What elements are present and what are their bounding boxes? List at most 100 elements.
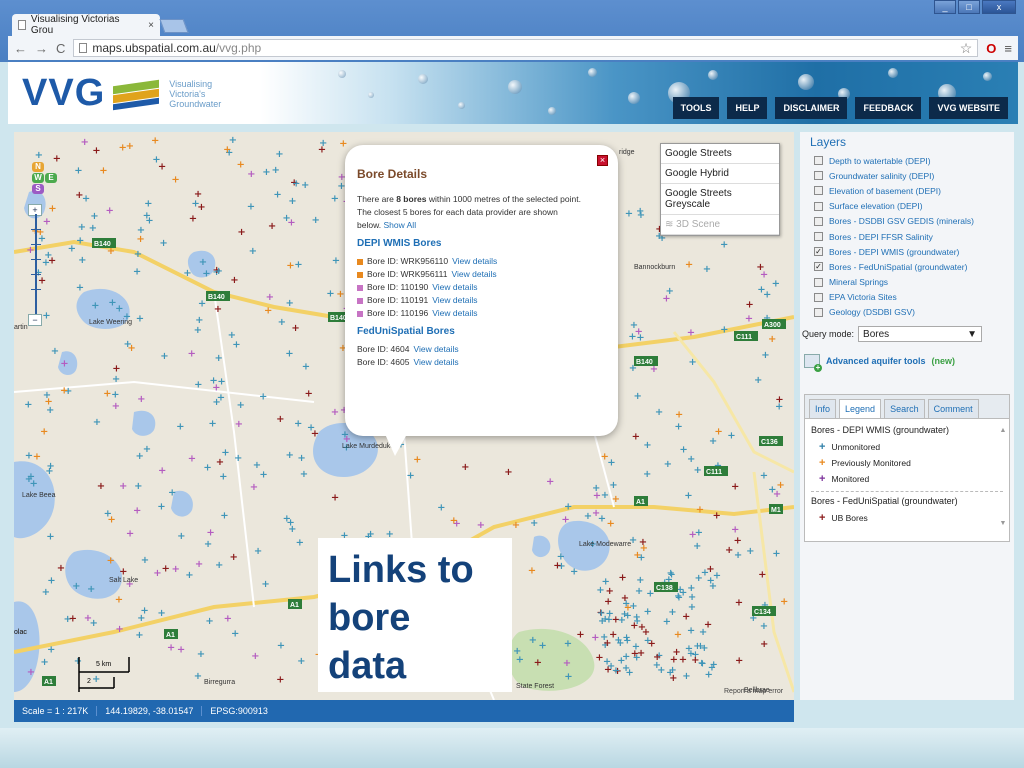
bore-marker[interactable]: + bbox=[696, 641, 704, 652]
bore-marker[interactable]: + bbox=[294, 260, 302, 271]
bore-marker[interactable]: + bbox=[688, 357, 696, 368]
bore-marker[interactable]: + bbox=[570, 566, 578, 577]
bore-marker[interactable]: + bbox=[198, 298, 206, 309]
bore-marker[interactable]: + bbox=[194, 325, 202, 336]
bore-marker[interactable]: + bbox=[666, 286, 674, 297]
bore-marker[interactable]: + bbox=[74, 656, 82, 667]
bore-marker[interactable]: + bbox=[512, 520, 520, 531]
bore-marker[interactable]: + bbox=[272, 165, 280, 176]
bore-marker[interactable]: + bbox=[40, 657, 48, 668]
view-details-link[interactable]: View details bbox=[452, 255, 497, 268]
layer-checkbox[interactable]: ✓ bbox=[814, 262, 823, 272]
nav-help[interactable]: HELP bbox=[727, 97, 768, 119]
bore-marker[interactable]: + bbox=[623, 636, 631, 647]
bore-marker[interactable]: + bbox=[90, 211, 98, 222]
bore-marker[interactable]: + bbox=[232, 340, 240, 351]
bore-marker[interactable]: + bbox=[188, 454, 196, 465]
bore-marker[interactable]: + bbox=[760, 621, 768, 632]
bore-marker[interactable]: + bbox=[112, 363, 120, 374]
bore-marker[interactable]: + bbox=[720, 240, 728, 251]
layer-item[interactable]: ✓ Bores - DEPI WMIS (groundwater) bbox=[800, 244, 1014, 259]
bore-marker[interactable]: + bbox=[734, 550, 742, 561]
bore-marker[interactable]: + bbox=[621, 593, 629, 604]
bore-marker[interactable]: + bbox=[145, 216, 153, 227]
bore-marker[interactable]: + bbox=[553, 560, 561, 571]
bore-marker[interactable]: + bbox=[276, 414, 284, 425]
bore-marker[interactable]: + bbox=[612, 665, 620, 676]
bore-marker[interactable]: + bbox=[618, 615, 626, 626]
bore-marker[interactable]: + bbox=[630, 621, 638, 632]
layer-checkbox[interactable] bbox=[814, 232, 823, 242]
layer-label[interactable]: Geology (DSDBI GSV) bbox=[829, 307, 915, 317]
bore-marker[interactable]: + bbox=[693, 541, 701, 552]
bore-marker[interactable]: + bbox=[215, 353, 223, 364]
bore-marker[interactable]: + bbox=[216, 457, 224, 468]
layer-label[interactable]: Surface elevation (DEPI) bbox=[829, 201, 923, 211]
address-bar[interactable]: maps.ubspatial.com.au/vvg.php ☆ bbox=[73, 39, 979, 57]
bore-marker[interactable]: + bbox=[60, 386, 68, 397]
bore-marker[interactable]: + bbox=[221, 448, 229, 459]
bore-marker[interactable]: + bbox=[283, 514, 291, 525]
bore-marker[interactable]: + bbox=[734, 535, 742, 546]
bore-marker[interactable]: + bbox=[119, 566, 127, 577]
bore-marker[interactable]: + bbox=[602, 576, 610, 587]
bore-marker[interactable]: + bbox=[636, 333, 644, 344]
bore-marker[interactable]: + bbox=[670, 654, 678, 665]
bore-marker[interactable]: + bbox=[609, 630, 617, 641]
bore-marker[interactable]: + bbox=[133, 266, 141, 277]
bore-marker[interactable]: + bbox=[758, 569, 766, 580]
bore-marker[interactable]: + bbox=[705, 670, 713, 681]
bore-marker[interactable]: + bbox=[108, 298, 116, 309]
query-mode-select[interactable]: Bores ▼ bbox=[858, 326, 983, 343]
bore-marker[interactable]: + bbox=[275, 149, 283, 160]
bore-marker[interactable]: + bbox=[632, 642, 640, 653]
bore-marker[interactable]: + bbox=[595, 653, 603, 664]
bore-marker[interactable]: + bbox=[197, 202, 205, 213]
bore-marker[interactable]: + bbox=[231, 629, 239, 640]
bore-marker[interactable]: + bbox=[229, 135, 237, 146]
bore-marker[interactable]: + bbox=[111, 390, 119, 401]
browser-tab[interactable]: Visualising Victorias Grou × bbox=[12, 14, 160, 36]
bore-marker[interactable]: + bbox=[103, 389, 111, 400]
bore-marker[interactable]: + bbox=[205, 616, 213, 627]
bore-marker[interactable]: + bbox=[276, 675, 284, 686]
new-tab-button[interactable] bbox=[159, 19, 189, 33]
bore-marker[interactable]: + bbox=[288, 524, 296, 535]
south-button[interactable]: S bbox=[32, 184, 44, 194]
bore-marker[interactable]: + bbox=[133, 506, 141, 517]
bore-marker[interactable]: + bbox=[632, 432, 640, 443]
bore-marker[interactable]: + bbox=[247, 201, 255, 212]
bore-marker[interactable]: + bbox=[625, 209, 633, 220]
bore-marker[interactable]: + bbox=[278, 317, 286, 328]
bore-marker[interactable]: + bbox=[151, 136, 159, 147]
bore-marker[interactable]: + bbox=[597, 608, 605, 619]
bore-marker[interactable]: + bbox=[237, 400, 245, 411]
bore-marker[interactable]: + bbox=[72, 581, 80, 592]
layer-item[interactable]: Bores - DSDBI GSV GEDIS (minerals) bbox=[800, 214, 1014, 229]
bore-marker[interactable]: + bbox=[731, 481, 739, 492]
layer-item[interactable]: Geology (DSDBI GSV) bbox=[800, 305, 1014, 320]
back-icon[interactable]: ← bbox=[14, 41, 27, 56]
bore-marker[interactable]: + bbox=[300, 469, 308, 480]
tab-close-icon[interactable]: × bbox=[148, 20, 154, 31]
bore-marker[interactable]: + bbox=[576, 630, 584, 641]
bore-marker[interactable]: + bbox=[406, 471, 414, 482]
basemap-google-hybrid[interactable]: Google Hybrid bbox=[661, 164, 779, 184]
bore-marker[interactable]: + bbox=[162, 564, 170, 575]
bore-marker[interactable]: + bbox=[141, 555, 149, 566]
bore-marker[interactable]: + bbox=[297, 656, 305, 667]
bore-marker[interactable]: + bbox=[763, 290, 771, 301]
bore-marker[interactable]: + bbox=[704, 620, 712, 631]
bore-marker[interactable]: + bbox=[746, 546, 754, 557]
layer-label[interactable]: Elevation of basement (DEPI) bbox=[829, 186, 941, 196]
layer-item[interactable]: Groundwater salinity (DEPI) bbox=[800, 168, 1014, 183]
bore-marker[interactable]: + bbox=[703, 264, 711, 275]
bore-marker[interactable]: + bbox=[639, 537, 647, 548]
bore-marker[interactable]: + bbox=[202, 268, 210, 279]
bore-marker[interactable]: + bbox=[177, 531, 185, 542]
bore-marker[interactable]: + bbox=[48, 256, 56, 267]
bore-marker[interactable]: + bbox=[593, 491, 601, 502]
bore-marker[interactable]: + bbox=[296, 537, 304, 548]
bore-marker[interactable]: + bbox=[664, 459, 672, 470]
bore-marker[interactable]: + bbox=[601, 490, 609, 501]
